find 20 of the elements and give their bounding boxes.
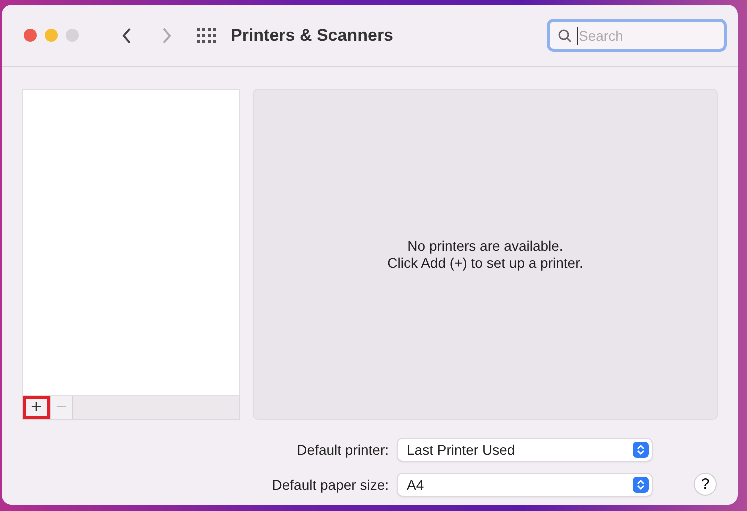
stepper-icon [633,442,649,458]
add-button[interactable]: + [23,396,51,419]
back-icon[interactable] [121,26,133,44]
setting-label: Default printer: [296,442,389,458]
close-button[interactable] [24,29,37,42]
search-input[interactable]: Search [577,26,711,44]
popup-menu[interactable]: Last Printer Used [398,439,652,461]
search-icon [558,28,572,42]
empty-message: No printers are available. [408,238,564,254]
zoom-button[interactable] [66,29,79,42]
stepper-icon [633,476,649,492]
popup-menu[interactable]: A4 [398,474,652,496]
search-field[interactable]: Search [547,19,727,52]
grid-icon[interactable] [197,28,217,44]
help-button[interactable]: ? [694,473,717,496]
minimize-button[interactable] [45,29,58,42]
setting-label: Default paper size: [272,476,389,492]
forward-icon[interactable] [161,26,173,44]
window-title: Printers & Scanners [231,26,394,46]
empty-message: Click Add (+) to set up a printer. [388,254,584,272]
